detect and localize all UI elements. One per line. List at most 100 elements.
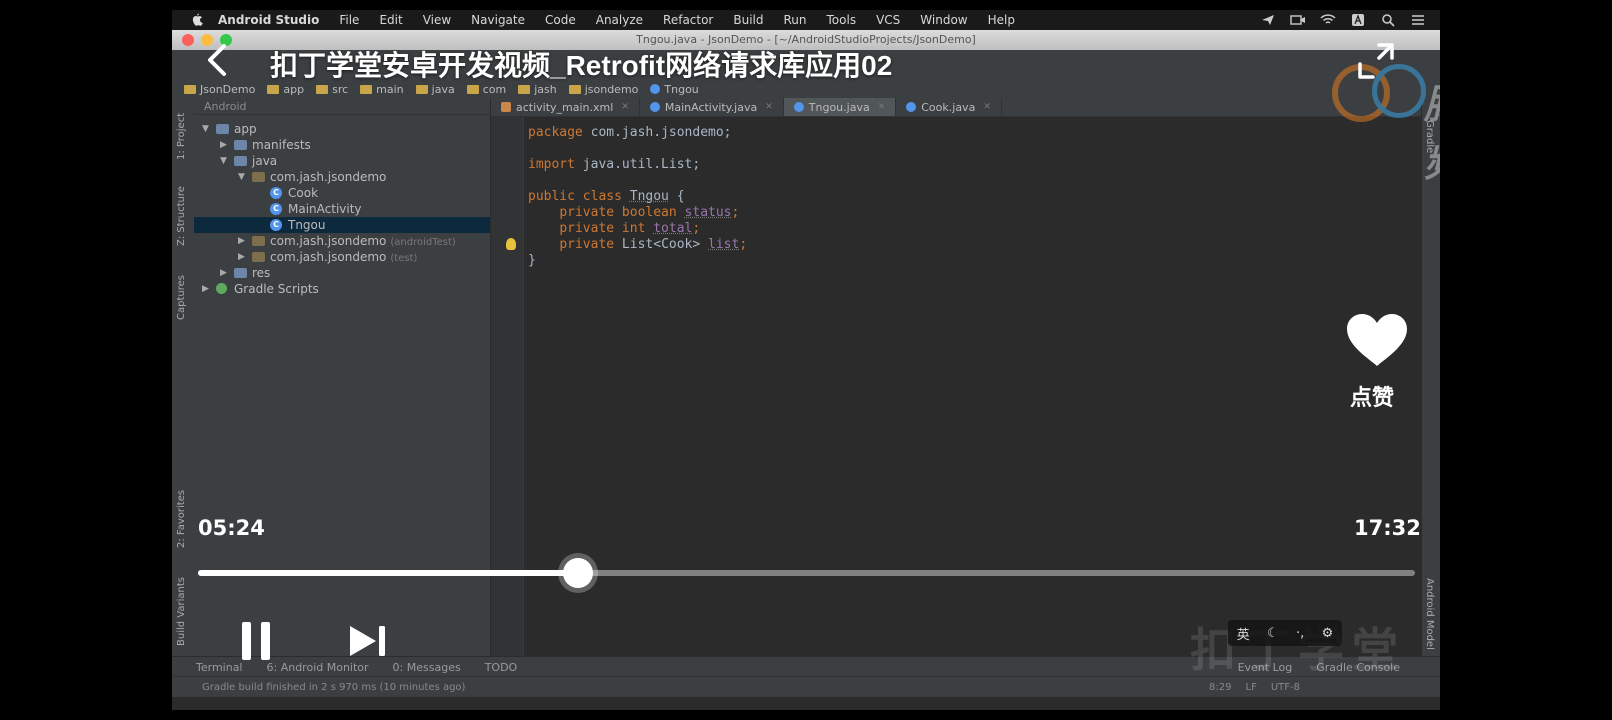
breadcrumb-item[interactable]: JsonDemo <box>184 83 255 96</box>
project-tree: ▼ app ▶ manifests ▼ java ▼ com.jash.jsondemo C Co… <box>194 121 490 297</box>
tab-cook-java[interactable]: Cook.java ✕ <box>896 98 1002 116</box>
breadcrumb-item[interactable]: Tngou <box>650 83 699 96</box>
tab-activity-main-xml[interactable]: activity_main.xml ✕ <box>491 98 640 116</box>
breadcrumb-item[interactable]: main <box>360 83 404 96</box>
total-time: 17:32 <box>1354 516 1421 540</box>
tree-item[interactable]: ▶ res <box>194 265 490 281</box>
video-frame[interactable]: Android Studio File Edit View Navigate C… <box>172 10 1440 710</box>
wifi-icon <box>1320 13 1336 27</box>
project-view-selector[interactable]: Android <box>194 98 490 115</box>
code-line: private boolean status; <box>559 205 740 220</box>
breadcrumb-item[interactable]: jash <box>518 83 557 96</box>
close-tab-icon[interactable]: ✕ <box>878 102 886 112</box>
collapse-arrow-icon[interactable]: ▶ <box>238 233 245 249</box>
menu-analyze[interactable]: Analyze <box>596 13 643 27</box>
back-button[interactable] <box>204 42 234 78</box>
tool-stripe-build-variants[interactable]: Build Variants <box>176 577 187 646</box>
breadcrumb-item[interactable]: java <box>415 83 455 96</box>
ime-language[interactable]: 英 <box>1237 624 1250 643</box>
code-line: import java.util.List; <box>528 157 701 172</box>
breadcrumb-item[interactable]: src <box>316 83 348 96</box>
class-icon <box>906 102 917 112</box>
menu-refactor[interactable]: Refactor <box>663 13 713 27</box>
pause-button[interactable] <box>240 622 272 660</box>
close-window-icon[interactable] <box>182 34 194 46</box>
next-episode-button[interactable] <box>348 624 388 658</box>
tool-terminal[interactable]: Terminal <box>196 661 243 674</box>
breadcrumb-item[interactable]: app <box>267 83 304 96</box>
class-icon <box>793 102 804 112</box>
expand-arrow-icon[interactable]: ▼ <box>202 121 209 137</box>
punctuation-icon[interactable]: ·, <box>1296 626 1304 641</box>
expand-arrow-icon[interactable]: ▼ <box>238 169 245 185</box>
tree-item[interactable]: C Tngou <box>194 217 490 233</box>
line-separator[interactable]: LF <box>1246 682 1257 693</box>
folder-icon <box>234 140 247 150</box>
tab-tngou-java[interactable]: Tngou.java ✕ <box>783 98 897 116</box>
moon-icon[interactable]: ☾ <box>1267 626 1279 641</box>
close-tab-icon[interactable]: ✕ <box>983 102 991 112</box>
menu-code[interactable]: Code <box>545 13 576 27</box>
menu-build[interactable]: Build <box>733 13 763 27</box>
collapse-arrow-icon[interactable]: ▶ <box>238 249 245 265</box>
watermark-text: 腾讯视频 <box>1424 72 1440 188</box>
menu-vcs[interactable]: VCS <box>876 13 900 27</box>
breadcrumb-item[interactable]: com <box>466 83 506 96</box>
folder-icon <box>466 84 479 94</box>
expand-arrow-icon[interactable]: ▼ <box>220 153 227 169</box>
tab-mainactivity-java[interactable]: MainActivity.java ✕ <box>640 98 784 116</box>
collapse-arrow-icon[interactable]: ▶ <box>220 265 227 281</box>
folder-icon <box>360 84 373 94</box>
code-editor[interactable]: package com.jash.jsondemo; import java.u… <box>506 117 1418 662</box>
package-icon <box>252 236 265 246</box>
tree-item-label: Gradle Scripts <box>234 282 319 296</box>
tree-item[interactable]: ▶ com.jash.jsondemo (test) <box>194 249 490 265</box>
tree-item[interactable]: ▼ java <box>194 153 490 169</box>
menu-tools[interactable]: Tools <box>827 13 857 27</box>
tool-android-monitor[interactable]: 6: Android Monitor <box>267 661 369 674</box>
caret-position[interactable]: 8:29 <box>1209 682 1231 693</box>
breadcrumb-item[interactable]: jsondemo <box>568 83 638 96</box>
tree-item-label: java <box>252 154 278 168</box>
tree-item[interactable]: ▼ com.jash.jsondemo <box>194 169 490 185</box>
tool-stripe-project[interactable]: 1: Project <box>176 113 187 160</box>
menu-window[interactable]: Window <box>920 13 967 27</box>
menu-help[interactable]: Help <box>988 13 1015 27</box>
like-button[interactable] <box>1345 312 1409 368</box>
tree-item[interactable]: ▼ app <box>194 121 490 137</box>
tool-stripe-structure[interactable]: Z: Structure <box>176 186 187 246</box>
file-encoding[interactable]: UTF-8 <box>1271 682 1300 693</box>
menu-android-studio[interactable]: Android Studio <box>218 13 319 27</box>
tree-item[interactable]: ▶ com.jash.jsondemo (androidTest) <box>194 233 490 249</box>
tree-item[interactable]: ▶ manifests <box>194 137 490 153</box>
editor-tabs: activity_main.xml ✕ MainActivity.java ✕ Tn… <box>491 98 1422 117</box>
tool-todo[interactable]: TODO <box>485 661 518 674</box>
tool-messages[interactable]: 0: Messages <box>393 661 461 674</box>
fullscreen-button[interactable] <box>1357 42 1395 80</box>
tree-item[interactable]: ▶ Gradle Scripts <box>194 281 490 297</box>
collapse-arrow-icon[interactable]: ▶ <box>220 137 227 153</box>
close-tab-icon[interactable]: ✕ <box>621 102 629 112</box>
progress-thumb[interactable] <box>563 558 593 588</box>
lightbulb-icon[interactable] <box>506 238 516 250</box>
folder-icon <box>234 268 247 278</box>
tool-stripe-captures[interactable]: Captures <box>176 275 187 320</box>
menu-run[interactable]: Run <box>784 13 807 27</box>
tool-stripe-favorites[interactable]: 2: Favorites <box>176 490 187 548</box>
tree-item-label: com.jash.jsondemo <box>270 170 387 184</box>
tree-item[interactable]: C Cook <box>194 185 490 201</box>
collapse-arrow-icon[interactable]: ▶ <box>202 281 209 297</box>
progress-bar[interactable] <box>198 558 1415 588</box>
menu-edit[interactable]: Edit <box>379 13 402 27</box>
menu-file[interactable]: File <box>339 13 359 27</box>
close-tab-icon[interactable]: ✕ <box>765 102 773 112</box>
menu-navigate[interactable]: Navigate <box>471 13 525 27</box>
like-label: 点赞 <box>1350 386 1395 411</box>
notification-center-icon <box>1410 13 1426 27</box>
gear-icon[interactable]: ⚙ <box>1322 626 1334 641</box>
menu-view[interactable]: View <box>423 13 451 27</box>
folder-icon <box>518 84 531 94</box>
tree-item[interactable]: C MainActivity <box>194 201 490 217</box>
code-line: package com.jash.jsondemo; <box>528 125 732 140</box>
pause-icon <box>261 622 270 660</box>
